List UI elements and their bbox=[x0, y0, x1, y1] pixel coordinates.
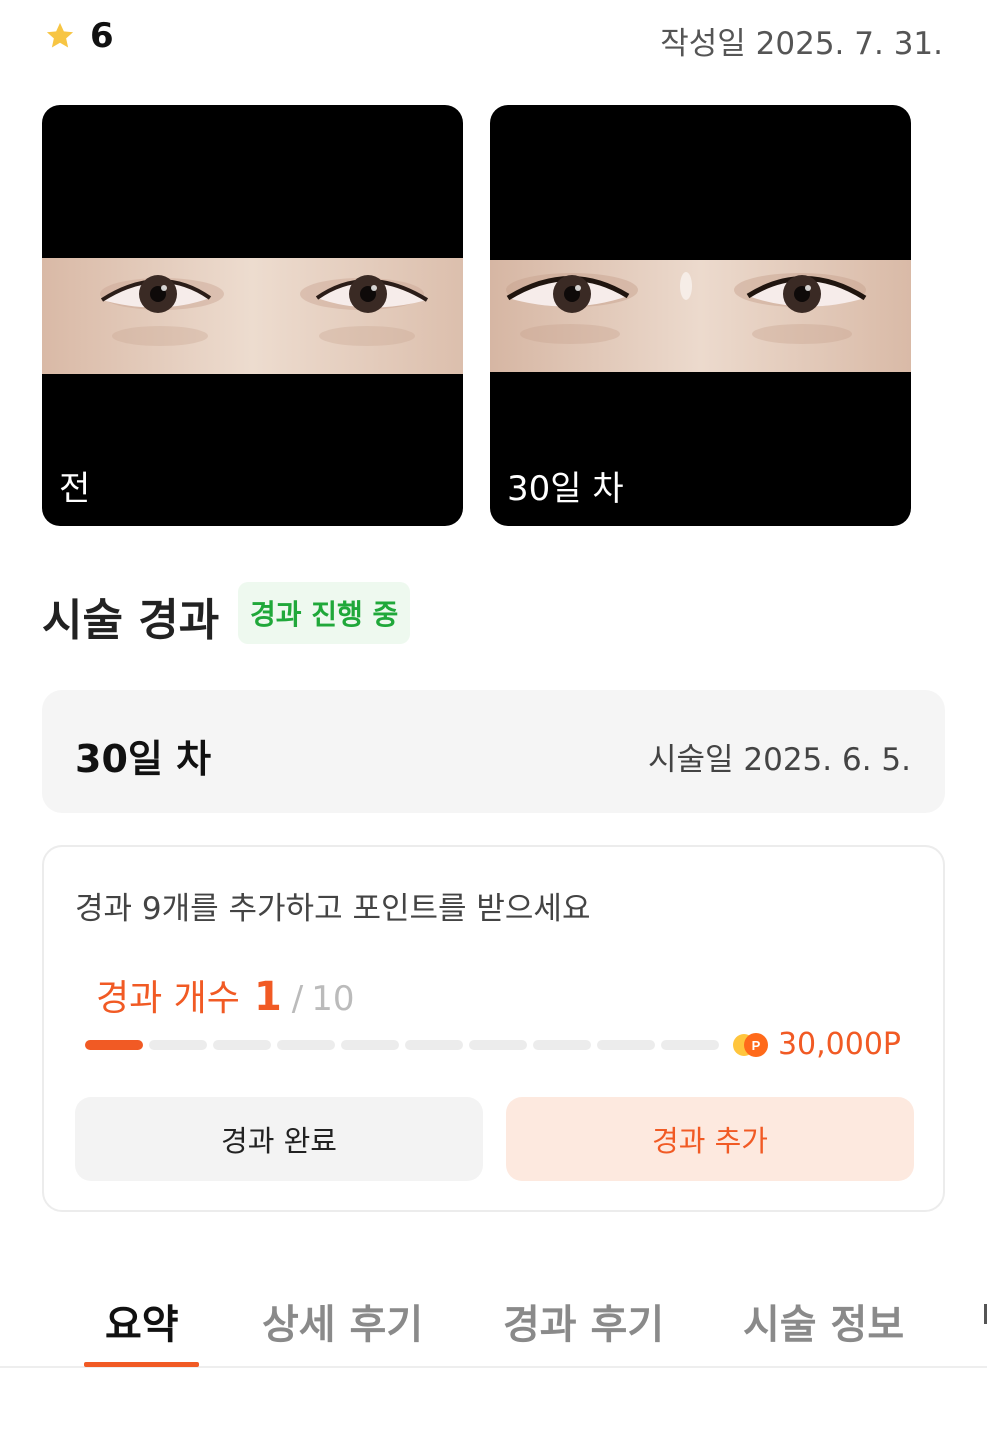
count-separator: / bbox=[291, 979, 304, 1019]
rating-value: 6 bbox=[90, 16, 114, 56]
progress-segment bbox=[661, 1040, 719, 1050]
complete-progress-button[interactable]: 경과 완료 bbox=[75, 1097, 483, 1181]
progress-segment bbox=[533, 1040, 591, 1050]
progress-segment bbox=[213, 1040, 271, 1050]
progress-segment bbox=[85, 1040, 143, 1050]
progress-segment bbox=[341, 1040, 399, 1050]
count-row: 경과 개수 1 / 10 bbox=[96, 969, 355, 1021]
progress-segments bbox=[85, 1040, 719, 1050]
count-current: 1 bbox=[253, 974, 282, 1020]
active-tab-indicator bbox=[84, 1362, 199, 1367]
progress-prompt: 경과 9개를 추가하고 포인트를 받으세요 bbox=[75, 891, 591, 927]
before-caption: 전 bbox=[59, 469, 91, 509]
svg-text:P: P bbox=[752, 1038, 761, 1053]
status-badge: 경과 진행 중 bbox=[238, 582, 411, 644]
day-label: 30일 차 bbox=[75, 737, 212, 781]
written-date: 작성일 2025. 7. 31. bbox=[660, 26, 943, 62]
after-caption: 30일 차 bbox=[507, 469, 624, 509]
count-total: 10 bbox=[311, 979, 355, 1019]
eyes-image bbox=[42, 258, 463, 374]
tab-procedure-info[interactable]: 시술 정보 bbox=[743, 1292, 904, 1350]
progress-segment bbox=[149, 1040, 207, 1050]
day-summary-box: 30일 차 시술일 2025. 6. 5. bbox=[42, 690, 945, 813]
reward: P 30,000P bbox=[732, 1027, 901, 1062]
before-photo[interactable]: 전 bbox=[42, 105, 463, 526]
tab-detail-review[interactable]: 상세 후기 bbox=[262, 1292, 423, 1350]
progress-segment bbox=[277, 1040, 335, 1050]
progress-segment bbox=[405, 1040, 463, 1050]
eyes-image bbox=[490, 260, 911, 372]
progress-card: 경과 9개를 추가하고 포인트를 받으세요 경과 개수 1 / 10 P 30,… bbox=[42, 845, 945, 1212]
rating: 6 bbox=[44, 16, 114, 56]
count-label: 경과 개수 bbox=[96, 978, 240, 1019]
add-progress-button[interactable]: 경과 추가 bbox=[506, 1097, 914, 1181]
tab-progress-review[interactable]: 경과 후기 bbox=[503, 1292, 664, 1350]
star-icon bbox=[46, 22, 74, 48]
point-coin-icon: P bbox=[732, 1032, 768, 1057]
progress-segment bbox=[597, 1040, 655, 1050]
tab-summary[interactable]: 요약 bbox=[105, 1292, 179, 1350]
after-photo[interactable]: 30일 차 bbox=[490, 105, 911, 526]
progress-segment bbox=[469, 1040, 527, 1050]
procedure-date: 시술일 2025. 6. 5. bbox=[647, 742, 911, 778]
tab-bar: 요약 상세 후기 경과 후기 시술 정보 bbox=[0, 1270, 987, 1368]
section-title: 시술 경과 bbox=[42, 595, 220, 646]
review-detail-page: 6 작성일 2025. 7. 31. 전 30일 차 시술 경과 경과 진행 중… bbox=[0, 0, 987, 1440]
reward-points: 30,000P bbox=[777, 1027, 901, 1062]
